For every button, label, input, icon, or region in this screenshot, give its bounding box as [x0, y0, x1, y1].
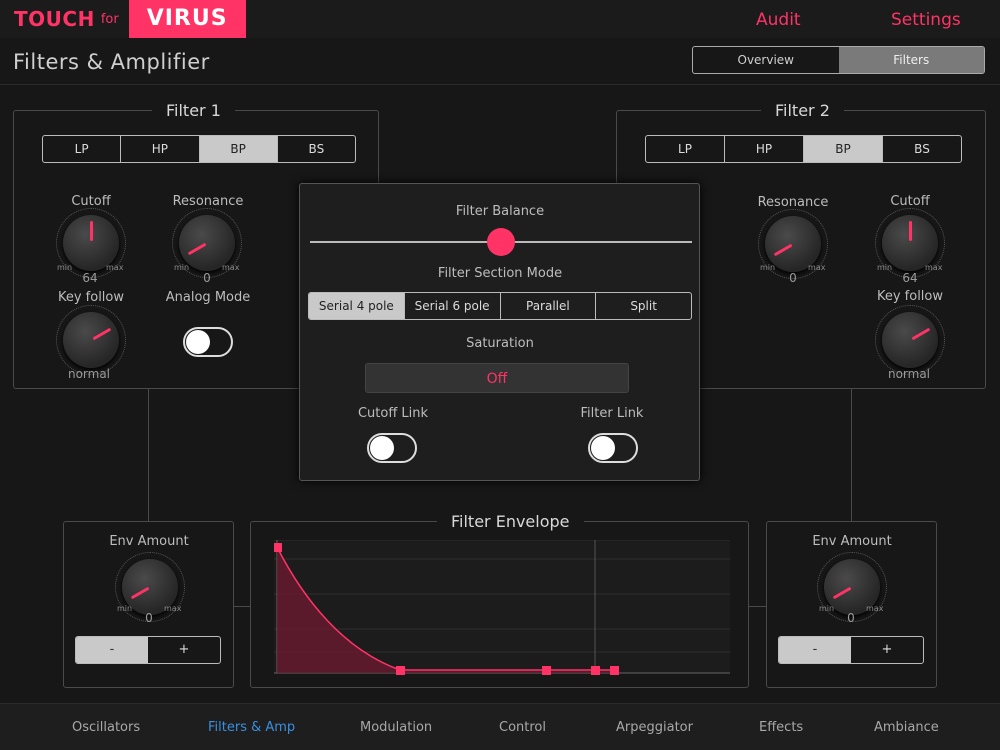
filter1-cutoff-label: Cutoff [71, 194, 111, 209]
page-title: Filters & Amplifier [13, 50, 210, 74]
filter-section-mode-selector: Serial 4 pole Serial 6 pole Parallel Spl… [308, 292, 692, 320]
filter2-resonance-value: 0 [789, 271, 797, 285]
connector-left [148, 389, 149, 521]
env-amount-right-panel: Env Amount min max 0 - + [766, 521, 937, 688]
mode-split[interactable]: Split [596, 293, 691, 319]
filter2-type-selector: LP HP BP BS [645, 135, 962, 163]
filter2-cutoff-value: 64 [902, 271, 918, 285]
filter1-keyfollow-knob[interactable] [63, 312, 119, 368]
tab-overview[interactable]: Overview [693, 47, 839, 73]
filter1-type-hp[interactable]: HP [121, 136, 200, 162]
connector-env-right [749, 606, 766, 607]
logo-touch: TOUCH [14, 7, 95, 31]
env-amount-left-value: 0 [145, 611, 153, 625]
nav-ambiance[interactable]: Ambiance [874, 720, 939, 735]
mode-serial-6-pole[interactable]: Serial 6 pole [405, 293, 501, 319]
filter1-type-selector: LP HP BP BS [42, 135, 356, 163]
filter2-keyfollow-knob[interactable] [882, 312, 938, 368]
filter2-keyfollow-value: normal [887, 367, 931, 381]
audit-button[interactable]: Audit [756, 10, 801, 30]
mode-parallel[interactable]: Parallel [501, 293, 597, 319]
filter1-resonance-label: Resonance [172, 194, 244, 209]
filter-envelope-title: Filter Envelope [437, 512, 584, 531]
filter1-type-bp[interactable]: BP [199, 136, 278, 162]
envelope-release-handle [610, 666, 619, 675]
env-amount-left-stepper: - + [75, 636, 221, 664]
filter1-keyfollow-label: Key follow [57, 290, 125, 305]
nav-oscillators[interactable]: Oscillators [72, 720, 140, 735]
filter1-type-lp[interactable]: LP [43, 136, 122, 162]
analog-mode-toggle[interactable] [183, 327, 233, 357]
env-amount-right-label: Env Amount [812, 534, 892, 549]
env-amount-right-value: 0 [847, 611, 855, 625]
app-logo: TOUCH for VIRUS [0, 0, 246, 38]
nav-arpeggiator[interactable]: Arpeggiator [616, 720, 693, 735]
logo-virus: VIRUS [128, 0, 246, 38]
view-switcher: Overview Filters [692, 46, 985, 74]
filter-section-mode-label: Filter Section Mode [437, 266, 563, 281]
env-amount-left-minus-button[interactable]: - [76, 637, 148, 663]
envelope-sustain-handle [542, 666, 551, 675]
nav-modulation[interactable]: Modulation [360, 720, 432, 735]
mode-serial-4-pole[interactable]: Serial 4 pole [309, 293, 405, 319]
tab-filters[interactable]: Filters [838, 47, 984, 73]
cutoff-link-toggle[interactable] [367, 433, 417, 463]
saturation-button[interactable]: Off [365, 363, 629, 393]
filter2-title: Filter 2 [761, 101, 844, 120]
filter-link-label: Filter Link [580, 406, 644, 421]
filter1-type-bs[interactable]: BS [278, 136, 355, 162]
filter2-resonance-label: Resonance [757, 195, 829, 210]
settings-button[interactable]: Settings [891, 10, 961, 30]
filter-balance-label: Filter Balance [455, 204, 545, 219]
logo-for: for [100, 11, 119, 27]
bottom-nav: Oscillators Filters & Amp Modulation Con… [0, 703, 1000, 750]
filter2-keyfollow-label: Key follow [876, 289, 944, 304]
filter2-type-lp[interactable]: LP [646, 136, 725, 162]
filter1-keyfollow-value: normal [67, 367, 111, 381]
filter1-resonance-value: 0 [203, 271, 211, 285]
env-amount-left-panel: Env Amount min max 0 - + [63, 521, 234, 688]
nav-effects[interactable]: Effects [759, 720, 803, 735]
envelope-sustain-time-handle [591, 666, 600, 675]
env-amount-left-label: Env Amount [109, 534, 189, 549]
filter1-title: Filter 1 [152, 101, 235, 120]
envelope-decay-handle [396, 666, 405, 675]
cutoff-link-label: Cutoff Link [357, 406, 429, 421]
top-bar: TOUCH for VIRUS Audit Settings [0, 0, 1000, 38]
env-amount-left-plus-button[interactable]: + [148, 637, 220, 663]
connector-env-left [234, 606, 250, 607]
envelope-graph[interactable] [274, 540, 730, 680]
filter-routing-popup: Filter Balance Filter Section Mode Seria… [299, 183, 700, 481]
filter-balance-thumb[interactable] [487, 228, 515, 256]
title-bar: Filters & Amplifier Overview Filters [0, 38, 1000, 85]
env-amount-right-stepper: - + [778, 636, 924, 664]
connector-right [851, 389, 852, 521]
nav-control[interactable]: Control [499, 720, 546, 735]
envelope-attack-handle [274, 543, 282, 552]
env-amount-right-minus-button[interactable]: - [779, 637, 851, 663]
filter2-type-bp[interactable]: BP [804, 136, 883, 162]
filter2-type-hp[interactable]: HP [725, 136, 804, 162]
filter-envelope-panel: Filter Envelope [250, 512, 749, 688]
filter1-cutoff-value: 64 [82, 271, 98, 285]
filter2-type-bs[interactable]: BS [883, 136, 961, 162]
nav-filters-amp[interactable]: Filters & Amp [208, 720, 295, 735]
analog-mode-label: Analog Mode [165, 290, 251, 305]
filter2-cutoff-label: Cutoff [890, 194, 930, 209]
saturation-label: Saturation [466, 336, 534, 351]
app-root: TOUCH for VIRUS Audit Settings Filters &… [0, 0, 1000, 750]
env-amount-right-plus-button[interactable]: + [851, 637, 923, 663]
filter-link-toggle[interactable] [588, 433, 638, 463]
